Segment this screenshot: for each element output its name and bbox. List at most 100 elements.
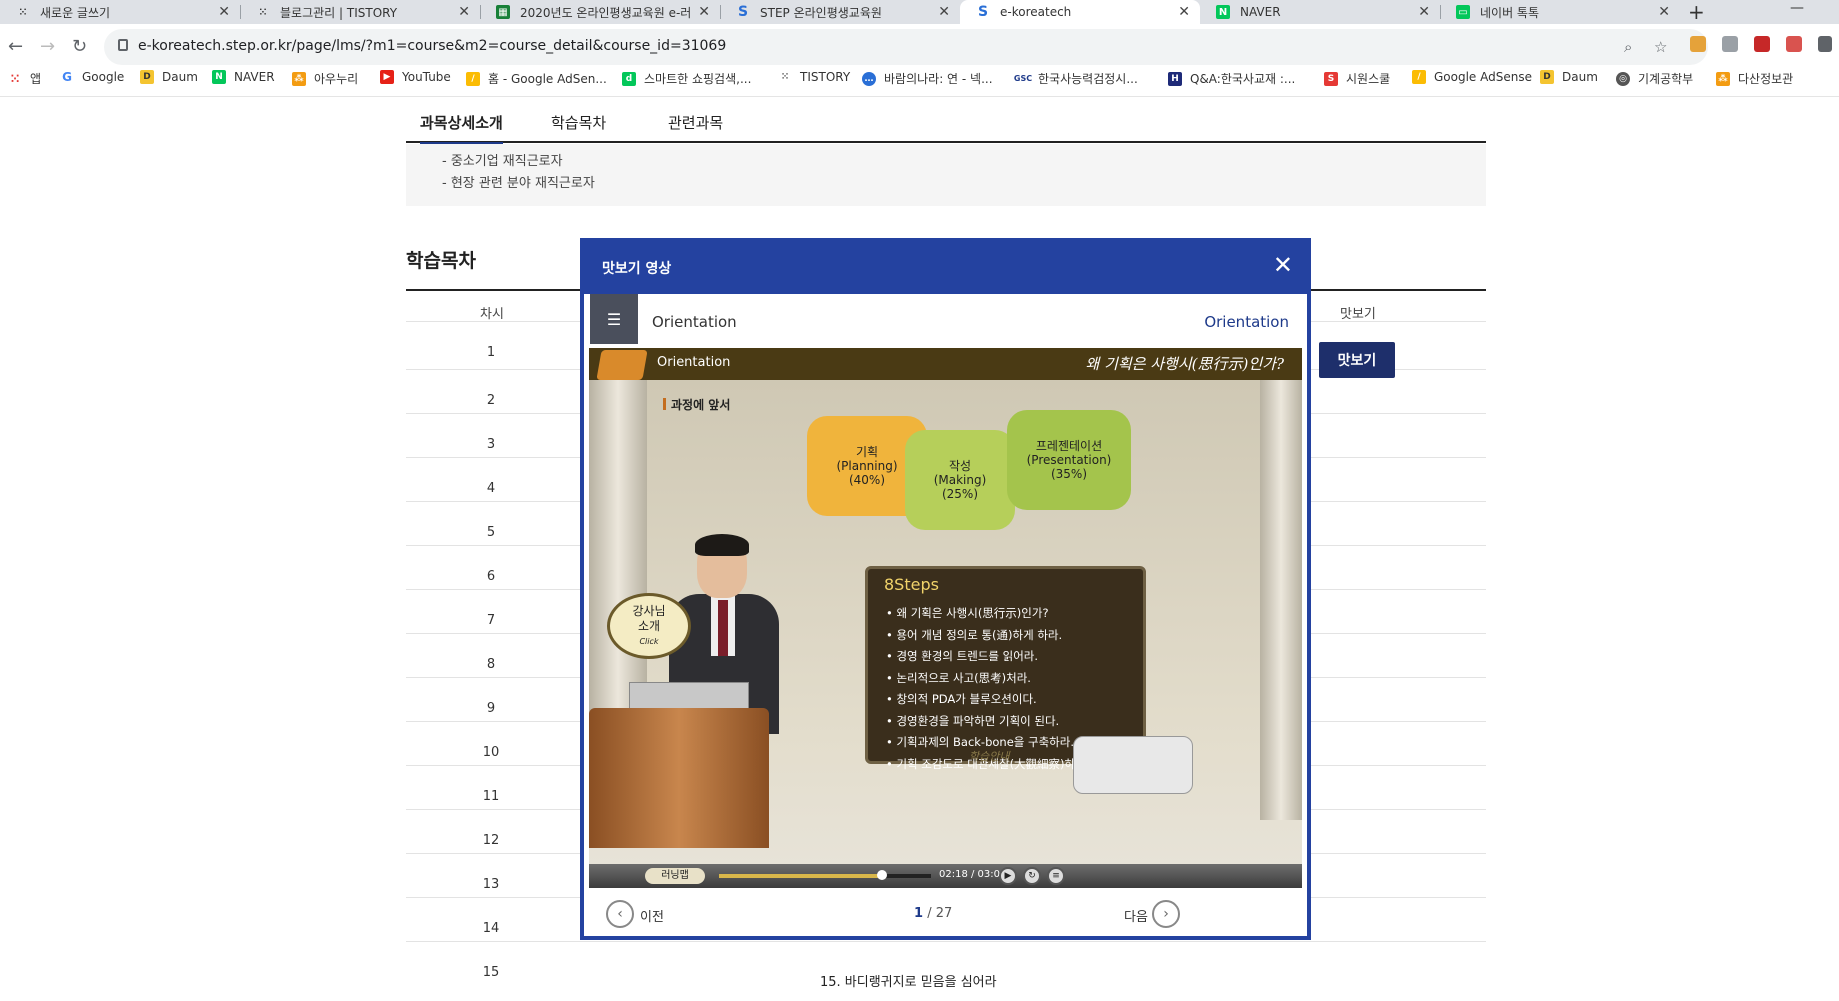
tistory-icon: ⁙ (781, 72, 789, 82)
tab-related[interactable]: 관련과목 (668, 112, 723, 133)
bookmark-item[interactable]: D Daum (140, 70, 198, 84)
sheets-icon: ▦ (496, 5, 510, 19)
browser-tab[interactable]: ▭ 네이버 톡톡 ✕ (1440, 0, 1680, 24)
bookmark-item[interactable]: d 스마트한 쇼핑검색,... (622, 70, 751, 87)
gsc-icon: GSC (1013, 74, 1033, 83)
list-icon[interactable]: ☰ (590, 294, 638, 344)
close-icon[interactable]: ✕ (938, 4, 950, 20)
bookmark-item[interactable]: GSC 한국사능력검정시... (1013, 70, 1138, 87)
toc-col-preview: 맛보기 (1340, 307, 1376, 322)
browser-toolbar: ← → ↻ e-koreatech.step.or.kr/page/lms/?m… (0, 24, 1839, 70)
bookmark-label: NAVER (234, 70, 275, 84)
bookmark-label: Q&A:한국사교재 :... (1190, 72, 1296, 86)
google-icon: G (62, 70, 72, 84)
video-player[interactable]: Orientation 왜 기획은 사행시(思行示)인가? 과정에 앞서 기획 … (589, 348, 1302, 888)
learning-map-button[interactable]: 러닝맵 (645, 868, 705, 884)
podium (589, 708, 769, 848)
piece-name: 기획 (855, 445, 879, 459)
star-icon[interactable]: ☆ (1654, 38, 1667, 56)
forward-icon[interactable]: → (40, 36, 55, 57)
steps-title: 8Steps (884, 575, 939, 594)
bookmark-item[interactable]: H Q&A:한국사교재 :... (1168, 70, 1295, 87)
video-title-bar: Orientation 왜 기획은 사행시(思行示)인가? (589, 348, 1302, 380)
minimize-icon[interactable]: — (1790, 0, 1804, 16)
close-icon[interactable]: ✕ (1273, 253, 1293, 277)
bookmark-apps[interactable]: ⁙ 앱 (8, 70, 41, 87)
address-bar[interactable]: e-koreatech.step.or.kr/page/lms/?m1=cour… (104, 29, 1708, 65)
info-line: - 현장 관련 분야 재직근로자 (442, 176, 595, 191)
browser-tab[interactable]: ⁙ 블로그관리 | TISTORY ✕ (240, 0, 480, 24)
close-icon[interactable]: ✕ (698, 4, 710, 20)
bookmark-item[interactable]: / Google AdSense (1412, 70, 1532, 84)
bookmark-label: 홈 - Google AdSen... (488, 72, 607, 86)
seek-bar[interactable] (719, 870, 931, 880)
close-icon[interactable]: ✕ (1658, 4, 1670, 20)
extension-icon[interactable] (1722, 36, 1738, 52)
back-icon[interactable]: ← (8, 36, 23, 57)
pdf-icon[interactable] (1786, 36, 1802, 52)
extension-icon[interactable] (1754, 36, 1770, 52)
url-text[interactable]: e-koreatech.step.or.kr/page/lms/?m1=cour… (138, 38, 726, 54)
preview-modal: 맛보기 영상 ✕ ☰ Orientation Orientation Orien… (580, 238, 1311, 940)
bookmark-item[interactable]: ⁂ 아우누리 (292, 70, 358, 87)
bookmark-item[interactable]: ⁂ 다산정보관 (1716, 70, 1793, 87)
prev-label[interactable]: 이전 (640, 906, 664, 925)
close-icon[interactable]: ✕ (1178, 4, 1190, 20)
bookmark-item[interactable]: ◎ 기계공학부 (1616, 70, 1693, 87)
bookmark-label: Daum (162, 70, 198, 84)
apps-icon: ⁙ (9, 71, 21, 86)
globe-icon: ◎ (1616, 71, 1630, 86)
preview-button[interactable]: 맛보기 (1319, 342, 1395, 378)
next-icon[interactable]: › (1152, 900, 1180, 928)
learning-guide-hint[interactable]: 학습안내 (969, 748, 1009, 764)
subtitle-icon[interactable]: ≡ (1047, 867, 1065, 885)
bubble-line: 소개 (637, 618, 661, 633)
browser-tab[interactable]: ⁙ 새로운 글쓰기 ✕ (0, 0, 240, 24)
replay-icon[interactable]: ↻ (1023, 867, 1041, 885)
browser-tab[interactable]: N NAVER ✕ (1200, 0, 1440, 24)
instructor-intro-button[interactable]: 강사님 소개 Click (607, 593, 691, 659)
play-icon[interactable]: ▶ (999, 867, 1017, 885)
prev-icon[interactable]: ‹ (606, 900, 634, 928)
next-label[interactable]: 다음 (1124, 906, 1148, 925)
puzzle-icon[interactable] (1818, 36, 1832, 52)
piece-pct: (40%) (848, 473, 886, 487)
bookmark-label: 시원스쿨 (1346, 72, 1391, 86)
step-item: 논리적으로 사고(思考)처라. (886, 668, 1089, 690)
toc-row-number: 10 (482, 745, 500, 760)
extension-icon[interactable] (1690, 36, 1706, 52)
modal-title: 맛보기 영상 (602, 261, 672, 277)
tab-toc[interactable]: 학습목차 (551, 112, 606, 133)
browser-tab-active[interactable]: S e-koreatech ✕ (960, 0, 1200, 24)
tab-course-detail[interactable]: 과목상세소개 (420, 112, 503, 145)
bookmark-item[interactable]: ⁙ TISTORY (778, 70, 850, 84)
video-bar-right: 왜 기획은 사행시(思行示)인가? (1085, 355, 1284, 373)
bookmark-item[interactable]: ▶ YouTube (380, 70, 451, 84)
video-control-bar: 러닝맵 02:18 / 03:00 ▶ ↻ ≡ (589, 864, 1302, 888)
step-icon: S (977, 4, 989, 20)
zoom-icon[interactable]: ⌕ (1624, 38, 1632, 56)
close-icon[interactable]: ✕ (458, 4, 470, 20)
lecturer-hair (695, 534, 749, 556)
steps-board: 8Steps 왜 기획은 사행시(思行示)인가? 용어 개념 정의로 통(通)하… (865, 566, 1146, 771)
close-icon[interactable]: ✕ (1418, 4, 1430, 20)
step-item: 경영환경을 파악하면 기획이 된다. (886, 711, 1089, 733)
piece-pct: (25%) (941, 487, 979, 501)
puzzle-piece-making: 작성 (Making) (25%) (905, 430, 1015, 530)
bookmark-label: Google (82, 70, 125, 84)
browser-tab[interactable]: ▦ 2020년도 온라인평생교육원 e-러 ✕ (480, 0, 720, 24)
bookmark-item[interactable]: D Daum (1540, 70, 1598, 84)
new-tab-icon[interactable]: + (1688, 0, 1705, 24)
browser-tab[interactable]: S STEP 온라인평생교육원 ✕ (720, 0, 960, 24)
seek-handle[interactable] (877, 870, 888, 880)
tab-title: 블로그관리 | TISTORY (280, 5, 398, 20)
bookmark-item[interactable]: / 홈 - Google AdSen... (466, 70, 607, 87)
bookmark-item[interactable]: N NAVER (212, 70, 275, 84)
bookmark-item[interactable]: G Google (60, 70, 124, 84)
bookmark-item[interactable]: S 시원스쿨 (1324, 70, 1390, 87)
toc-row-title[interactable]: 15. 바디랭귀지로 믿음을 심어라 (820, 971, 997, 990)
reload-icon[interactable]: ↻ (72, 36, 87, 57)
close-icon[interactable]: ✕ (218, 4, 230, 20)
modal-footer: ‹ 이전 1 / 27 다음 › (584, 894, 1307, 940)
bookmark-item[interactable]: … 바람의나라: 연 - 넥... (862, 70, 993, 87)
